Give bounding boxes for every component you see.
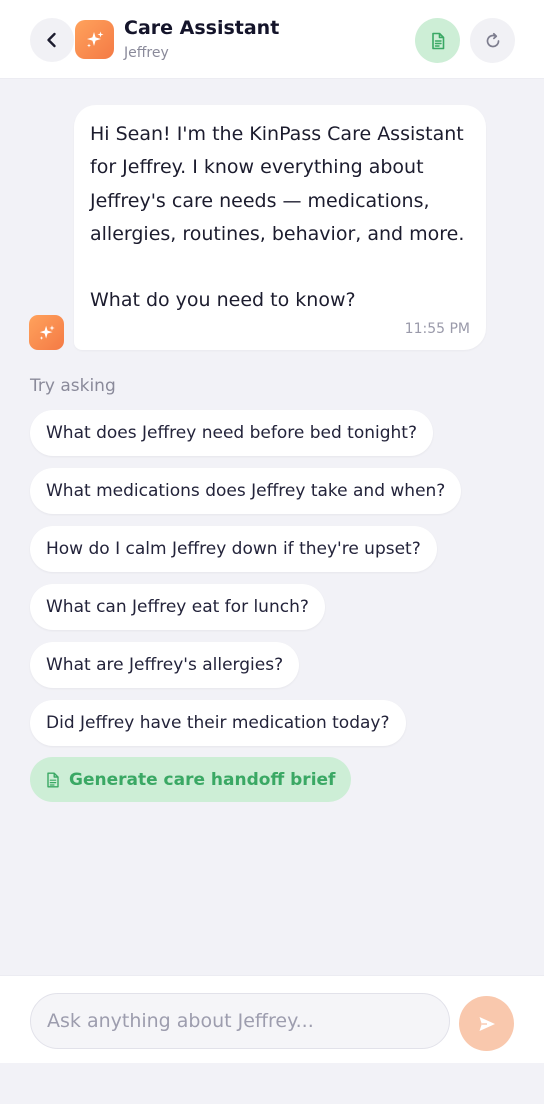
document-icon bbox=[47, 772, 59, 787]
assistant-avatar bbox=[75, 20, 114, 59]
suggestion-chip[interactable]: Did Jeffrey have their medication today? bbox=[30, 700, 406, 746]
suggestion-chip[interactable]: What medications does Jeffrey take and w… bbox=[30, 468, 462, 514]
chevron-left-icon bbox=[47, 32, 56, 48]
suggestion-chip[interactable]: What does Jeffrey need before bed tonigh… bbox=[30, 410, 433, 456]
header-bar: Care Assistant Jeffrey bbox=[0, 0, 544, 79]
suggestion-chip[interactable]: What are Jeffrey's allergies? bbox=[30, 642, 300, 688]
message-timestamp: 11:55 PM bbox=[404, 321, 470, 337]
assistant-message-avatar bbox=[29, 315, 64, 350]
care-brief-button[interactable] bbox=[415, 18, 460, 63]
refresh-button[interactable] bbox=[470, 18, 515, 63]
assistant-message-bubble: Hi Sean! I'm the KinPass Care Assistant … bbox=[74, 105, 486, 350]
composer-bar bbox=[0, 975, 544, 1063]
assistant-message-text: Hi Sean! I'm the KinPass Care Assistant … bbox=[90, 123, 465, 312]
suggestion-chip[interactable]: What can Jeffrey eat for lunch? bbox=[30, 584, 325, 630]
refresh-icon bbox=[486, 32, 499, 47]
page-subtitle: Jeffrey bbox=[124, 45, 169, 61]
generate-brief-button[interactable]: Generate care handoff brief bbox=[30, 757, 352, 802]
message-input[interactable] bbox=[30, 993, 450, 1049]
back-button[interactable] bbox=[30, 18, 74, 62]
document-icon bbox=[431, 32, 444, 49]
generate-brief-label: Generate care handoff brief bbox=[69, 769, 336, 790]
sparkles-icon bbox=[86, 31, 103, 47]
sparkles-icon bbox=[39, 324, 55, 340]
send-button[interactable] bbox=[459, 996, 514, 1051]
send-icon bbox=[479, 1016, 495, 1031]
suggestions-label: Try asking bbox=[30, 376, 116, 396]
page-title: Care Assistant bbox=[124, 17, 280, 39]
suggestion-chip[interactable]: How do I calm Jeffrey down if they're up… bbox=[30, 526, 437, 572]
